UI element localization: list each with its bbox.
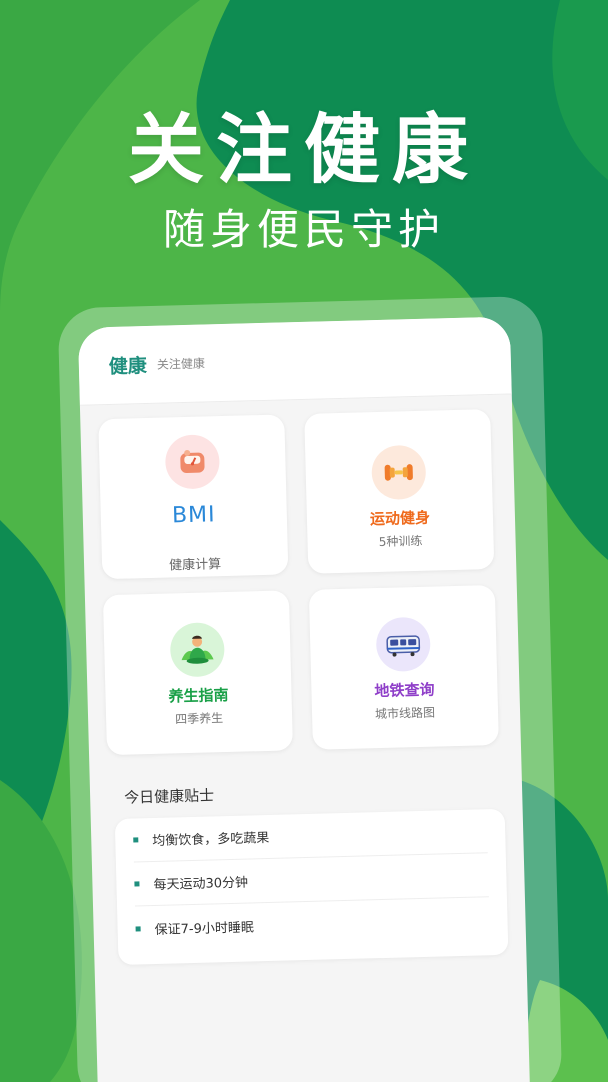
metro-tile[interactable]: 地铁查询 城市线路图 [308,584,499,750]
feature-grid: BMI 健康计算 运动健身 5种训练 养生指南 四季养生 地铁查询 城市线路图 [98,409,503,756]
wellness-tile[interactable]: 养生指南 四季养生 [102,590,293,756]
app-header: 健康 关注健康 [77,316,512,406]
metro-title: 地铁查询 [374,680,435,701]
meditation-icon [169,622,226,678]
fitness-tile[interactable]: 运动健身 5种训练 [304,409,495,574]
wellness-subtitle: 四季养生 [174,711,224,727]
tips-card: 均衡饮食，多吃蔬果 每天运动30分钟 保证7-9小时睡眠 [114,808,509,965]
promo-headline: 关注健康 [128,105,480,194]
app-subtitle: 关注健康 [156,356,206,372]
fitness-subtitle: 5种训练 [378,533,423,549]
tip-text: 保证7-9小时睡眠 [154,919,255,938]
bullet-icon [133,837,139,843]
bmi-title: BMI [171,502,216,529]
wellness-title: 养生指南 [168,685,229,706]
app-screen: 健康 关注健康 BMI 健康计算 运动健身 5种训练 养生指南 四季养生 地铁查… [77,316,531,1082]
bullet-icon [134,881,140,887]
metro-train-icon [375,616,431,673]
bmi-subtitle: 健康计算 [168,557,222,574]
tip-text: 均衡饮食，多吃蔬果 [152,830,270,850]
dumbbell-icon [371,444,427,501]
list-item: 保证7-9小时睡眠 [135,897,490,950]
promo-subline: 随身便民守护 [162,205,445,254]
app-title: 健康 [108,354,148,378]
bmi-tile[interactable]: BMI 健康计算 [98,414,289,580]
scale-icon [164,434,221,490]
tip-text: 每天运动30分钟 [153,875,249,893]
metro-subtitle: 城市线路图 [374,705,436,722]
tips-heading: 今日健康贴士 [123,786,215,807]
bullet-icon [135,925,141,931]
fitness-title: 运动健身 [369,508,431,529]
